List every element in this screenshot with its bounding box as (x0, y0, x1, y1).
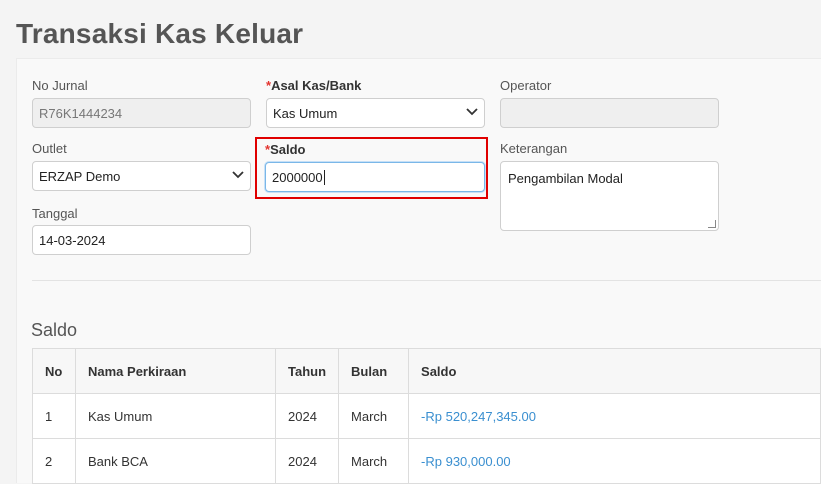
outlet-select[interactable]: ERZAP Demo (32, 161, 251, 191)
section-divider (32, 280, 821, 281)
keterangan-value: Pengambilan Modal (508, 171, 623, 186)
asal-kas-label: *Asal Kas/Bank (266, 78, 361, 93)
cell-tahun: 2024 (274, 438, 340, 484)
text-cursor (323, 169, 325, 185)
chevron-down-icon (232, 170, 244, 182)
saldo-input[interactable]: 2000000 (265, 162, 485, 192)
no-jurnal-value: R76K1444234 (39, 105, 123, 121)
cell-tahun: 2024 (274, 393, 340, 439)
saldo-label: *Saldo (265, 142, 305, 157)
page-title: Transaksi Kas Keluar (16, 18, 304, 49)
cell-bulan: March (338, 393, 410, 439)
operator-label: Operator (500, 78, 552, 93)
tanggal-label: Tanggal (32, 206, 78, 221)
col-nama-perkiraan: Nama Perkiraan (75, 348, 276, 394)
cell-saldo: -Rp 520,247,345.00 (408, 393, 821, 439)
col-tahun: Tahun (274, 348, 340, 394)
no-jurnal-label: No Jurnal (32, 78, 88, 93)
outlet-label: Outlet (32, 141, 67, 156)
table-row: 1 Kas Umum 2024 March -Rp 520,247,345.00 (32, 393, 821, 439)
keterangan-label: Keterangan (500, 141, 568, 156)
tanggal-value: 14-03-2024 (39, 232, 106, 248)
cell-nama: Kas Umum (75, 393, 276, 439)
saldo-value: 2000000 (272, 169, 323, 185)
cell-saldo: -Rp 930,000.00 (408, 438, 821, 484)
cell-no: 1 (32, 393, 76, 439)
keterangan-textarea[interactable]: Pengambilan Modal (500, 161, 719, 231)
asal-kas-select[interactable]: Kas Umum (266, 98, 485, 128)
resize-handle-icon[interactable] (708, 220, 716, 228)
saldo-table: No Nama Perkiraan Tahun Bulan Saldo 1 Ka… (32, 348, 821, 484)
cell-bulan: March (338, 438, 410, 484)
tanggal-input[interactable]: 14-03-2024 (32, 225, 251, 255)
operator-field (500, 98, 719, 128)
asal-kas-value: Kas Umum (273, 105, 338, 121)
cell-no: 2 (32, 438, 76, 484)
chevron-down-icon (466, 107, 478, 119)
col-saldo: Saldo (408, 348, 821, 394)
col-no: No (32, 348, 76, 394)
col-bulan: Bulan (338, 348, 410, 394)
table-header-row: No Nama Perkiraan Tahun Bulan Saldo (32, 348, 821, 394)
cell-nama: Bank BCA (75, 438, 276, 484)
saldo-label-text: Saldo (270, 142, 306, 157)
asal-kas-label-text: Asal Kas/Bank (271, 78, 362, 93)
saldo-section-title: Saldo (31, 320, 78, 340)
outlet-value: ERZAP Demo (39, 168, 121, 184)
no-jurnal-field: R76K1444234 (32, 98, 251, 128)
table-row: 2 Bank BCA 2024 March -Rp 930,000.00 (32, 438, 821, 484)
